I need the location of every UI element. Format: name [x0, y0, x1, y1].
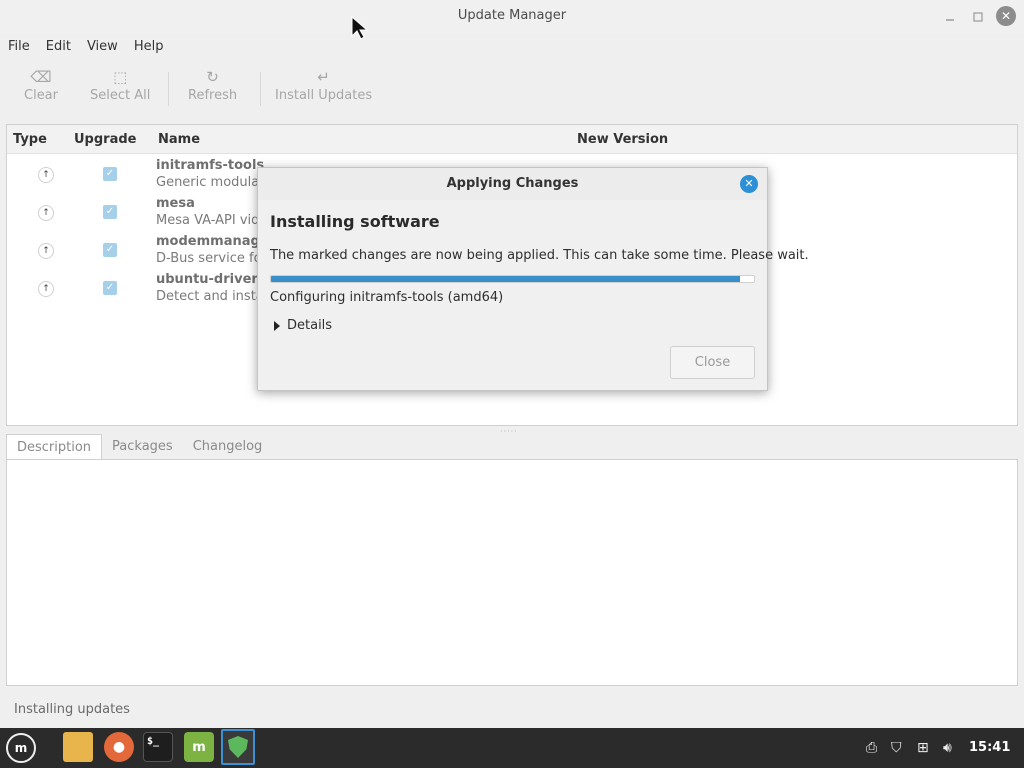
refresh-icon: ↻: [206, 68, 219, 86]
toolbar-separator: [168, 72, 169, 106]
applying-changes-dialog: Applying Changes ✕ Installing software T…: [257, 167, 809, 391]
shield-tray-icon[interactable]: ⛉: [891, 740, 902, 756]
clock[interactable]: 15:41: [969, 740, 1010, 755]
install-updates-label: Install Updates: [275, 88, 373, 103]
upgrade-checkbox[interactable]: ✓: [103, 167, 117, 181]
package-desc: Generic modular: [156, 175, 265, 190]
install-updates-button[interactable]: ↵ Install Updates: [275, 66, 372, 103]
update-manager-taskbar-button[interactable]: [221, 729, 255, 765]
dialog-close-button[interactable]: ✕: [740, 175, 758, 193]
upgrade-checkbox[interactable]: ✓: [103, 281, 117, 295]
upgrade-checkbox[interactable]: ✓: [103, 205, 117, 219]
progress-status: Configuring initramfs-tools (amd64): [270, 290, 504, 305]
tab-changelog[interactable]: Changelog: [183, 434, 273, 460]
progress-bar: [270, 275, 755, 283]
menu-help[interactable]: Help: [126, 36, 172, 58]
pane-splitter-handle[interactable]: ·····: [500, 427, 518, 436]
close-button[interactable]: Close: [670, 346, 755, 379]
toolbar-separator: [260, 72, 261, 106]
mintinstall-launcher[interactable]: m: [184, 732, 214, 762]
backspace-icon: ⌫: [30, 68, 52, 86]
menu-file[interactable]: File: [0, 36, 38, 58]
maximize-button[interactable]: [968, 7, 988, 27]
list-header: Type Upgrade Name New Version: [7, 125, 1017, 154]
window-title: Update Manager: [457, 8, 567, 23]
mouse-cursor-icon: [351, 16, 369, 40]
mint-menu-button[interactable]: m: [6, 733, 36, 763]
volume-icon[interactable]: 🔊︎: [943, 740, 952, 756]
details-label: Details: [287, 318, 333, 333]
package-name: mesa: [156, 196, 195, 211]
toolbar: ⌫ Clear ⬚ Select All ↻ Refresh ↵ Install…: [0, 62, 1024, 112]
refresh-label: Refresh: [188, 88, 238, 103]
tab-packages[interactable]: Packages: [102, 434, 183, 460]
column-type[interactable]: Type: [13, 132, 47, 147]
clear-label: Clear: [24, 88, 58, 103]
dialog-title: Applying Changes: [258, 168, 767, 200]
terminal-icon: $_: [147, 736, 160, 747]
upgrade-arrow-icon: ↑: [38, 243, 54, 259]
shield-icon: [228, 736, 248, 758]
select-all-label: Select All: [90, 88, 151, 103]
select-all-icon: ⬚: [113, 68, 128, 86]
install-arrow-icon: ↵: [317, 68, 330, 86]
close-icon: ✕: [1000, 9, 1012, 23]
progress-fill: [271, 276, 740, 282]
terminal-launcher[interactable]: $_: [143, 732, 173, 762]
title-bar: Update Manager ✕: [0, 0, 1024, 34]
network-icon[interactable]: ⊞: [917, 740, 929, 756]
dialog-message: The marked changes are now being applied…: [270, 248, 809, 263]
package-desc: Mesa VA-API vide: [156, 213, 268, 228]
close-window-button[interactable]: ✕: [996, 6, 1016, 26]
menu-edit[interactable]: Edit: [38, 36, 79, 58]
expand-triangle-icon: [274, 320, 280, 331]
description-pane: [6, 459, 1018, 686]
refresh-button[interactable]: ↻ Refresh: [188, 66, 237, 103]
column-new-version[interactable]: New Version: [577, 132, 668, 147]
upgrade-checkbox[interactable]: ✓: [103, 243, 117, 257]
package-name: initramfs-tools: [156, 158, 265, 173]
upgrade-arrow-icon: ↑: [38, 281, 54, 297]
column-name[interactable]: Name: [158, 132, 200, 147]
column-upgrade[interactable]: Upgrade: [74, 132, 136, 147]
mint-software-icon: m: [192, 739, 206, 755]
tab-description[interactable]: Description: [6, 434, 103, 460]
minimize-icon: [946, 19, 954, 21]
firefox-icon: ●: [112, 739, 126, 755]
close-icon: ✕: [744, 177, 754, 190]
select-all-button[interactable]: ⬚ Select All: [90, 66, 150, 103]
mint-logo-icon: m: [14, 741, 28, 755]
upgrade-arrow-icon: ↑: [38, 167, 54, 183]
upgrade-arrow-icon: ↑: [38, 205, 54, 221]
details-expander[interactable]: Details: [274, 318, 332, 333]
menu-bar: File Edit View Help: [0, 36, 171, 58]
notification-icon[interactable]: ⎙: [866, 740, 877, 756]
firefox-launcher[interactable]: ●: [104, 732, 134, 762]
package-name: ubuntu-drivers-: [156, 272, 271, 287]
package-desc: Detect and instal: [156, 289, 268, 304]
dialog-heading: Installing software: [270, 212, 440, 231]
maximize-icon: [973, 12, 983, 22]
package-desc: D-Bus service for: [156, 251, 267, 266]
clear-button[interactable]: ⌫ Clear: [24, 66, 58, 103]
files-launcher[interactable]: [63, 732, 93, 762]
status-bar: Installing updates: [14, 702, 130, 717]
menu-view[interactable]: View: [79, 36, 126, 58]
minimize-button[interactable]: [940, 7, 960, 27]
info-tabs: Description Packages Changelog: [6, 434, 272, 460]
